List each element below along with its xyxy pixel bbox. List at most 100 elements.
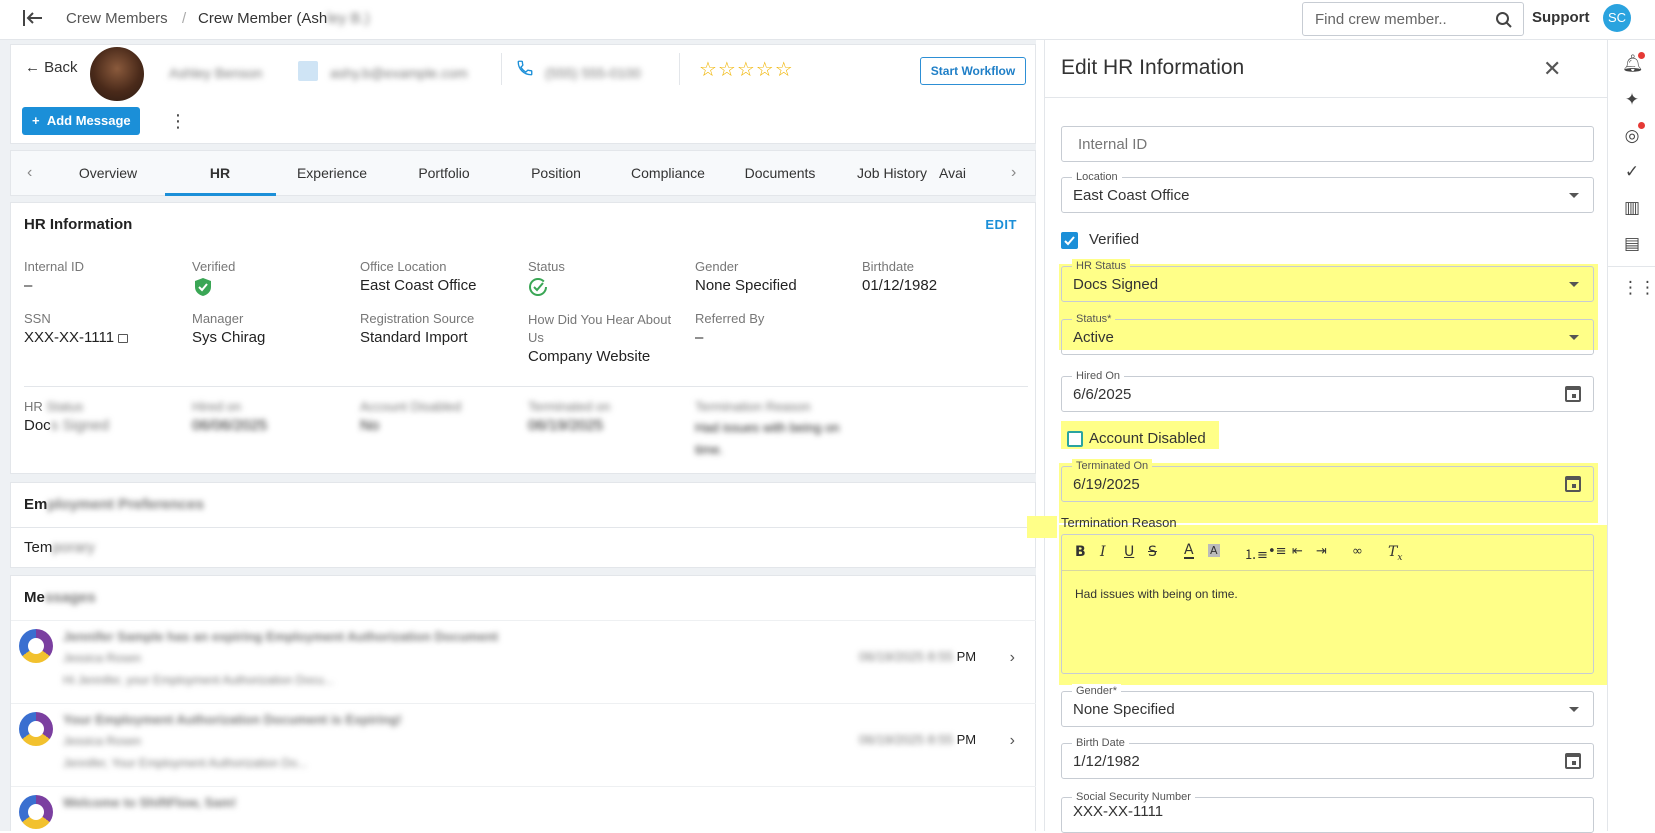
terminated-on-input[interactable]: Terminated On 6/19/2025 — [1061, 459, 1594, 502]
approval-check-icon[interactable]: ✓ — [1622, 162, 1642, 182]
bullet-list-icon[interactable]: •≡ — [1268, 544, 1287, 559]
hired-on-input[interactable]: Hired On 6/6/2025 — [1061, 369, 1594, 412]
apps-grid-icon[interactable]: ⋮⋮⋮ — [1622, 278, 1655, 298]
verified-checkbox[interactable] — [1061, 232, 1078, 249]
birth-date-input[interactable]: Birth Date 1/12/1982 — [1061, 736, 1594, 779]
chevron-right-icon[interactable]: › — [1010, 732, 1015, 750]
tab-portfolio[interactable]: Portfolio — [389, 165, 499, 181]
tab-hr[interactable]: HR — [165, 165, 275, 181]
hr-information-card: HR Information EDIT Internal ID – Verifi… — [10, 202, 1036, 474]
collapse-sidebar-icon[interactable] — [22, 8, 44, 28]
underline-icon[interactable]: U — [1124, 544, 1134, 560]
hired-on-value: 6/6/2025 — [1073, 386, 1132, 403]
account-disabled-label: Account Disabled — [1089, 430, 1206, 447]
termination-reason-value: Had issues with being on time. — [695, 420, 840, 457]
termination-reason-text[interactable]: Had issues with being on time. — [1075, 587, 1238, 601]
message-row[interactable]: Jennifer Sample has an expiring Employme… — [11, 620, 1036, 700]
chevron-right-icon[interactable]: › — [1010, 649, 1015, 667]
birthdate-value: 01/12/1982 — [862, 277, 938, 294]
birth-date-value: 1/12/1982 — [1073, 753, 1140, 770]
account-disabled-value: No — [360, 417, 380, 434]
internal-id-placeholder: Internal ID — [1078, 136, 1148, 153]
tab-job-history[interactable]: Job History — [837, 165, 947, 181]
tab-compliance[interactable]: Compliance — [613, 165, 723, 181]
user-avatar[interactable]: SC — [1603, 4, 1631, 32]
status-label: Status — [528, 259, 565, 274]
ssn-label: SSN — [24, 311, 51, 326]
office-location-label: Office Location — [360, 259, 447, 274]
sender-logo-icon — [19, 712, 53, 746]
office-location-value: East Coast Office — [360, 277, 477, 294]
breadcrumb-separator: / — [182, 10, 187, 27]
close-icon[interactable]: ✕ — [1543, 56, 1561, 82]
ssn-input[interactable]: Social Security Number XXX-XX-1111 — [1061, 790, 1594, 833]
clipboard-clock-icon[interactable]: ▤ — [1622, 234, 1642, 254]
termination-reason-editor[interactable]: B I U S A A ⒈≡ •≡ ⇤ ⇥ ∞ Tx Had issues wi… — [1061, 534, 1594, 674]
termination-reason-label: Termination Reason — [695, 399, 811, 414]
tab-overview[interactable]: Overview — [53, 165, 163, 181]
tab-availability[interactable]: Avai — [939, 165, 999, 181]
registration-source-value: Standard Import — [360, 329, 468, 346]
tabs-scroll-left-icon[interactable]: ‹ — [27, 164, 32, 182]
how-heard-value: Company Website — [528, 348, 651, 365]
referred-by-value: – — [695, 329, 704, 346]
how-heard-label: How Did You Hear About Us — [528, 312, 672, 345]
chart-icon[interactable]: ▥ — [1622, 198, 1642, 218]
verified-shield-icon — [195, 278, 211, 296]
calendar-icon[interactable] — [1565, 476, 1581, 492]
calendar-icon[interactable] — [1565, 753, 1581, 769]
internal-id-input[interactable]: Internal ID — [1061, 126, 1594, 162]
highlight-color-icon[interactable]: A — [1208, 544, 1220, 557]
status-check-icon — [529, 278, 547, 296]
phone-icon — [517, 60, 533, 76]
clear-format-icon[interactable]: Tx — [1388, 544, 1402, 563]
location-select[interactable]: Location East Coast Office — [1061, 170, 1594, 213]
add-message-button[interactable]: + Add Message — [22, 107, 140, 135]
account-disabled-label: Account Disabled — [360, 399, 462, 414]
gender-select[interactable]: Gender* None Specified — [1061, 684, 1594, 727]
location-value: East Coast Office — [1073, 187, 1190, 204]
link-icon[interactable]: ∞ — [1352, 544, 1363, 559]
calendar-icon[interactable] — [1565, 386, 1581, 402]
profile-header: ← Back Ashley Benson ashy.b@example.com … — [10, 44, 1036, 144]
sparkle-icon[interactable]: ✦ — [1622, 90, 1642, 110]
tab-position[interactable]: Position — [501, 165, 611, 181]
support-link[interactable]: Support — [1532, 9, 1590, 26]
ordered-list-icon[interactable]: ⒈≡ — [1244, 544, 1268, 563]
ssn-value: XXX-XX-1111 — [1073, 803, 1164, 820]
message-row[interactable]: Your Employment Authorization Document i… — [11, 703, 1036, 783]
tabs-scroll-right-icon[interactable]: › — [1011, 164, 1016, 182]
back-button[interactable]: ← Back — [25, 59, 78, 76]
message-row[interactable]: Welcome to ShiftFlow, Sam! — [11, 786, 1036, 831]
bold-icon[interactable]: B — [1075, 544, 1086, 560]
status-value: Active — [1073, 329, 1114, 346]
search-icon[interactable] — [1495, 11, 1513, 29]
breadcrumb-crew-members[interactable]: Crew Members — [66, 10, 168, 27]
indent-icon[interactable]: ⇥ — [1316, 544, 1327, 559]
rating-stars[interactable]: ☆☆☆☆☆ — [699, 57, 794, 82]
ssn-value: XXX-XX-1111 — [24, 329, 129, 346]
crew-phone[interactable]: (555) 555-0100 — [545, 65, 641, 81]
crew-search[interactable] — [1302, 2, 1524, 36]
account-disabled-checkbox[interactable] — [1067, 431, 1083, 447]
crew-search-input[interactable] — [1315, 11, 1485, 28]
tab-experience[interactable]: Experience — [277, 165, 387, 181]
lock-icon — [118, 334, 129, 343]
crew-email[interactable]: ashy.b@example.com — [330, 65, 468, 81]
status-select[interactable]: Status* Active — [1061, 312, 1594, 355]
birthdate-label: Birthdate — [862, 259, 915, 274]
message-subject: Welcome to ShiftFlow, Sam! — [63, 795, 237, 810]
text-color-icon[interactable]: A — [1184, 543, 1194, 559]
tab-documents[interactable]: Documents — [725, 165, 835, 181]
more-options-icon[interactable]: ⋮ — [169, 111, 187, 132]
email-icon — [298, 61, 318, 81]
start-workflow-button[interactable]: Start Workflow — [920, 57, 1026, 85]
strikethrough-icon[interactable]: S — [1148, 544, 1157, 560]
verified-label: Verified — [192, 259, 236, 274]
task-check-icon[interactable]: ◎ — [1622, 126, 1642, 146]
outdent-icon[interactable]: ⇤ — [1292, 544, 1303, 559]
edit-hr-button[interactable]: EDIT — [985, 217, 1017, 232]
divider — [1045, 97, 1608, 98]
hr-status-select[interactable]: HR Status Docs Signed — [1061, 259, 1594, 302]
italic-icon[interactable]: I — [1100, 544, 1106, 560]
